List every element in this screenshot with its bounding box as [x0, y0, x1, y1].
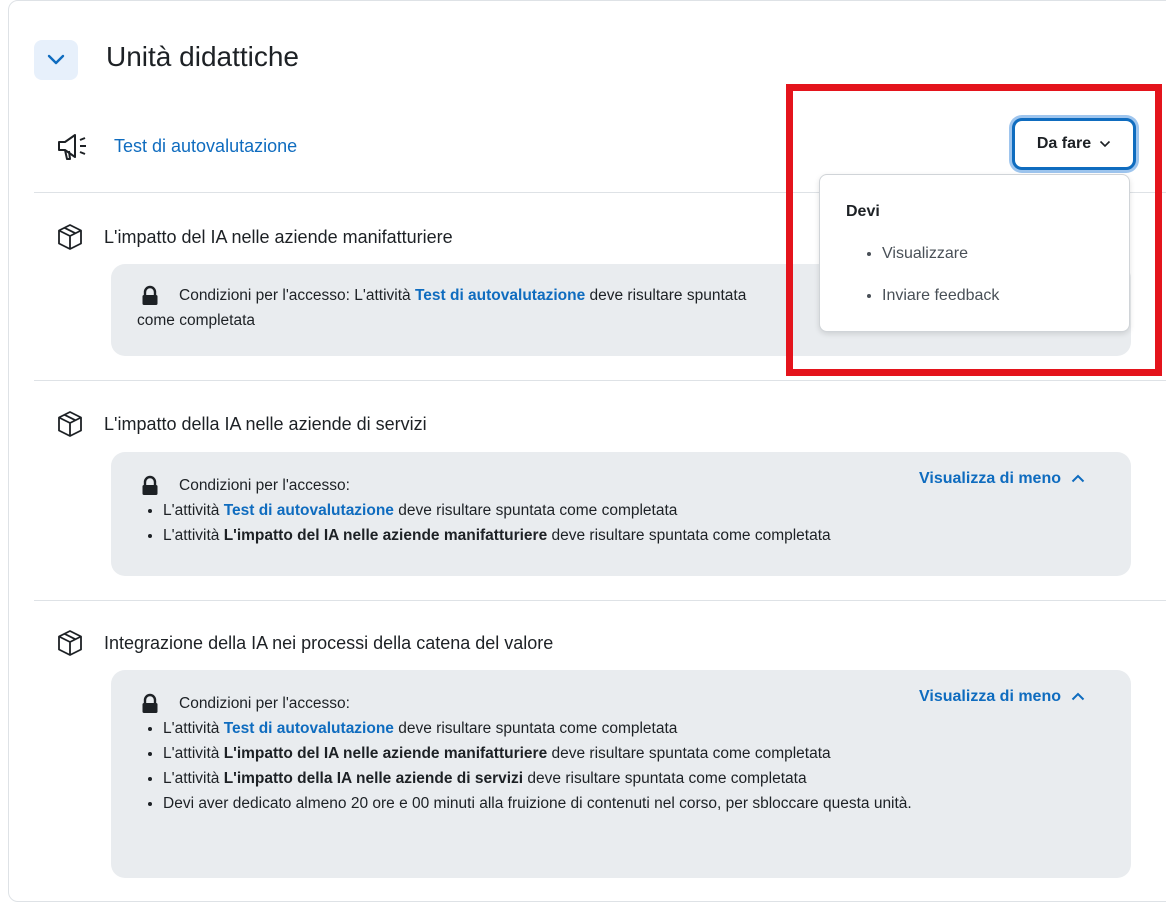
activity-row-manufacturing[interactable]: L'impatto del IA nelle aziende manifattu…: [56, 222, 453, 252]
activity-row-value-chain[interactable]: Integrazione della IA nei processi della…: [56, 628, 553, 658]
highlight-annotation-box: [786, 84, 1162, 376]
divider: [34, 600, 1166, 601]
restriction-item: L'attività L'impatto del IA nelle aziend…: [163, 523, 1131, 548]
show-less-button[interactable]: Visualizza di meno: [919, 684, 1085, 709]
chevron-up-icon: [1071, 474, 1085, 483]
restriction-link[interactable]: Test di autovalutazione: [224, 502, 394, 519]
restriction-heading: Condizioni per l'accesso:: [179, 695, 350, 712]
activity-name[interactable]: L'impatto del IA nelle aziende manifattu…: [104, 227, 453, 248]
section-title: Unità didattiche: [106, 41, 300, 72]
access-restriction: Visualizza di meno Condizioni per l'acce…: [111, 670, 1131, 878]
activity-link-test[interactable]: Test di autovalutazione: [114, 136, 297, 157]
access-restriction: Visualizza di meno Condizioni per l'acce…: [111, 452, 1131, 576]
restriction-list: L'attività Test di autovalutazione deve …: [139, 716, 1111, 816]
restriction-link[interactable]: Test di autovalutazione: [224, 720, 394, 737]
chevron-up-icon: [1071, 692, 1085, 701]
activity-row-test: Test di autovalutazione: [56, 128, 297, 164]
restriction-link[interactable]: Test di autovalutazione: [415, 287, 585, 304]
restriction-item: L'attività Test di autovalutazione deve …: [163, 716, 991, 741]
package-icon: [58, 630, 82, 656]
restriction-item: L'attività Test di autovalutazione deve …: [163, 498, 1131, 523]
restriction-item: Devi aver dedicato almeno 20 ore e 00 mi…: [163, 791, 991, 816]
lock-icon: [142, 285, 158, 305]
restriction-heading: Condizioni per l'accesso:: [179, 477, 350, 494]
package-icon: [58, 411, 82, 437]
lock-icon: [142, 475, 158, 495]
lock-icon: [142, 693, 158, 713]
activity-name[interactable]: Integrazione della IA nei processi della…: [104, 633, 553, 654]
activity-row-services[interactable]: L'impatto della IA nelle aziende di serv…: [56, 409, 427, 439]
activity-name[interactable]: L'impatto della IA nelle aziende di serv…: [104, 414, 427, 435]
restriction-item: L'attività L'impatto del IA nelle aziend…: [163, 741, 991, 766]
restriction-text: Condizioni per l'accesso: L'attività Tes…: [179, 287, 747, 304]
restriction-item: L'attività L'impatto della IA nelle azie…: [163, 766, 991, 791]
megaphone-icon: [58, 134, 86, 160]
package-icon: [58, 224, 82, 250]
divider: [34, 380, 1166, 381]
section-collapse-button[interactable]: [34, 40, 78, 80]
restriction-list: L'attività Test di autovalutazione deve …: [139, 498, 1131, 548]
chevron-down-icon: [47, 54, 65, 65]
show-less-button[interactable]: Visualizza di meno: [919, 466, 1085, 491]
